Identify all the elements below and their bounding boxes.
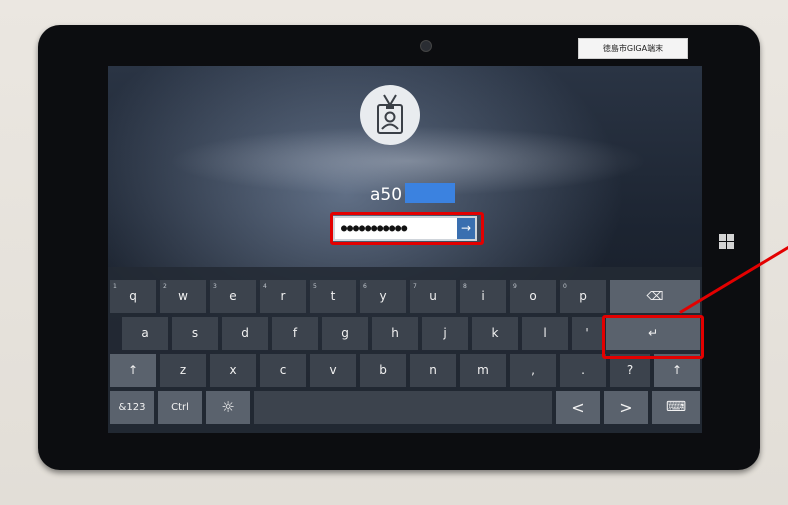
key-l[interactable]: l [522,317,568,350]
key-a[interactable]: a [122,317,168,350]
right-arrow-key[interactable]: > [604,391,648,424]
key-comma[interactable]: , [510,354,556,387]
key-t[interactable]: 5t [310,280,356,313]
windows-logo-icon[interactable] [719,234,734,249]
key-o[interactable]: 9o [510,280,556,313]
key-period[interactable]: . [560,354,606,387]
ctrl-key[interactable]: Ctrl [158,391,202,424]
key-w[interactable]: 2w [160,280,206,313]
asset-sticker: 徳島市GIGA端末 [578,38,688,59]
key-y[interactable]: 6y [360,280,406,313]
key-apostrophe[interactable]: ' [572,317,602,350]
key-b[interactable]: b [360,354,406,387]
password-highlight-box [330,212,484,245]
key-s[interactable]: s [172,317,218,350]
key-k[interactable]: k [472,317,518,350]
key-x[interactable]: x [210,354,256,387]
left-arrow-key[interactable]: < [556,391,600,424]
emoji-key[interactable]: ☼ [206,391,250,424]
key-p[interactable]: 0p [560,280,606,313]
keyboard-settings-icon[interactable]: ⌨ [652,391,700,424]
symbols-key[interactable]: &123 [110,391,154,424]
key-c[interactable]: c [260,354,306,387]
space-bar[interactable] [254,391,552,424]
key-v[interactable]: v [310,354,356,387]
key-m[interactable]: m [460,354,506,387]
camera-icon [420,40,432,52]
key-q[interactable]: 1q [110,280,156,313]
shift-left-key[interactable]: ↑ [110,354,156,387]
key-e[interactable]: 3e [210,280,256,313]
lock-screen: a50 → 1q 2w 3e 4r 5t 6y 7u 8i 9o 0p ⌫ a … [108,66,702,433]
key-g[interactable]: g [322,317,368,350]
key-i[interactable]: 8i [460,280,506,313]
user-avatar [360,85,420,145]
id-badge-icon [377,94,403,134]
username-redaction [405,183,455,203]
key-r[interactable]: 4r [260,280,306,313]
key-n[interactable]: n [410,354,456,387]
key-d[interactable]: d [222,317,268,350]
key-z[interactable]: z [160,354,206,387]
username-label: a50 [370,185,403,205]
key-u[interactable]: 7u [410,280,456,313]
enter-highlight-box [602,315,704,359]
key-j[interactable]: j [422,317,468,350]
key-f[interactable]: f [272,317,318,350]
key-h[interactable]: h [372,317,418,350]
